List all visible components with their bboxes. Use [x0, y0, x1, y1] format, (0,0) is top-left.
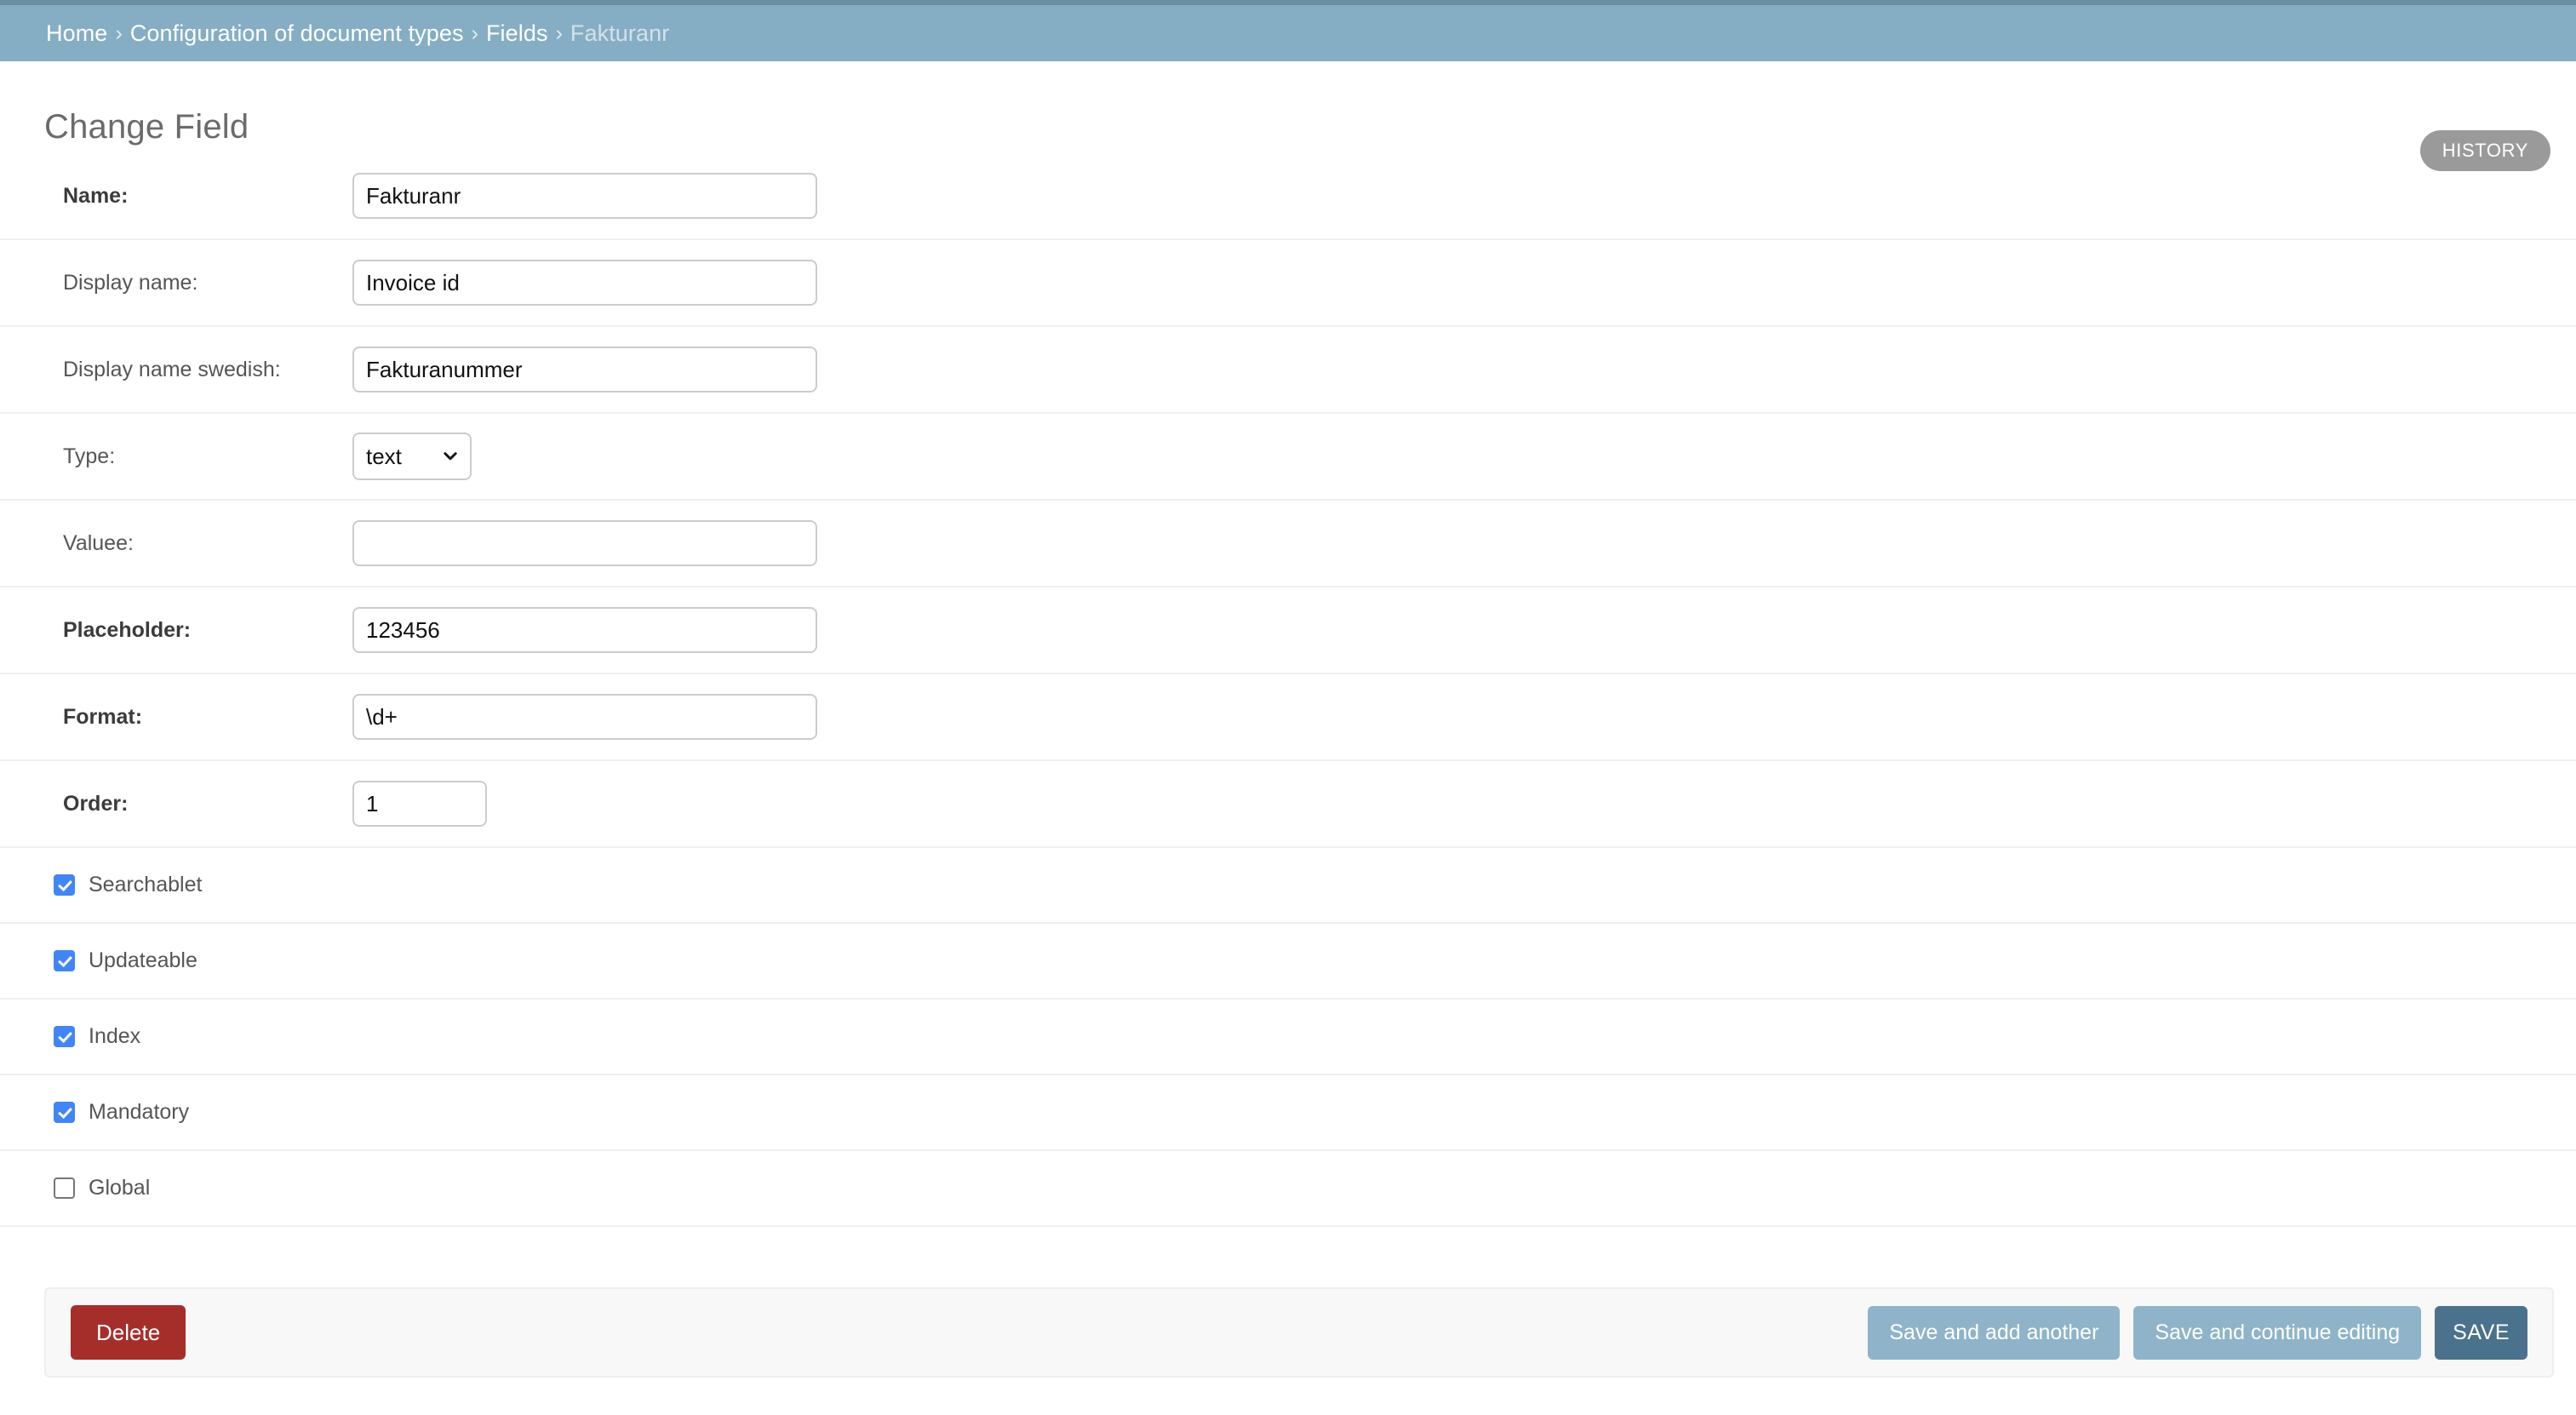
- form-row-format: Format:: [0, 674, 2576, 761]
- form-row-placeholder: Placeholder:: [0, 587, 2576, 674]
- save-and-continue-editing-button[interactable]: Save and continue editing: [2133, 1306, 2421, 1360]
- breadcrumb: Home › Configuration of document types ›…: [0, 5, 2576, 61]
- format-input[interactable]: [352, 694, 817, 740]
- breadcrumb-item-home[interactable]: Home: [46, 20, 107, 47]
- label-display-name-swedish: Display name swedish:: [63, 358, 281, 382]
- delete-button[interactable]: Delete: [71, 1305, 186, 1360]
- field-holder-name: [352, 173, 817, 219]
- form-row-searchablet: Searchablet: [0, 848, 2576, 924]
- placeholder-input[interactable]: [352, 607, 817, 653]
- field-holder-type: text: [352, 433, 472, 480]
- field-holder-format: [352, 694, 817, 740]
- breadcrumb-separator: ›: [556, 21, 563, 46]
- save-button[interactable]: SAVE: [2435, 1306, 2527, 1360]
- form-row-order: Order:: [0, 761, 2576, 848]
- form-row-global: Global: [0, 1151, 2576, 1227]
- name-input[interactable]: [352, 173, 817, 219]
- form-row-display-name-swedish: Display name swedish:: [0, 327, 2576, 414]
- label-type: Type:: [63, 444, 115, 469]
- breadcrumb-item-configuration-of-document-types[interactable]: Configuration of document types: [130, 20, 464, 47]
- breadcrumb-separator: ›: [472, 21, 478, 46]
- form-row-name: Name:: [0, 153, 2576, 240]
- label-mandatory[interactable]: Mandatory: [89, 1100, 189, 1125]
- checkbox-wrap-mandatory: Mandatory: [54, 1100, 189, 1125]
- field-holder-display-name: [352, 260, 817, 306]
- display-name-input[interactable]: [352, 260, 817, 306]
- page-header: Change Field HISTORY: [0, 61, 2576, 153]
- label-valuee: Valuee:: [63, 531, 134, 556]
- checkbox-wrap-updateable: Updateable: [54, 948, 197, 973]
- breadcrumb-separator: ›: [115, 21, 122, 46]
- page-title: Change Field: [44, 108, 249, 146]
- save-and-add-another-button[interactable]: Save and add another: [1868, 1306, 2120, 1360]
- type-select[interactable]: text: [352, 433, 472, 480]
- label-order: Order:: [63, 792, 128, 816]
- label-display-name: Display name:: [63, 271, 197, 295]
- order-input[interactable]: [352, 781, 487, 827]
- field-holder-display-name-swedish: [352, 347, 817, 392]
- checkbox-wrap-searchablet: Searchablet: [54, 873, 202, 897]
- display-name-swedish-input[interactable]: [352, 347, 817, 392]
- form-row-index: Index: [0, 1000, 2576, 1075]
- form-row-display-name: Display name:: [0, 240, 2576, 327]
- form-row-mandatory: Mandatory: [0, 1075, 2576, 1151]
- change-field-page: Home › Configuration of document types ›…: [0, 0, 2576, 1415]
- label-searchablet[interactable]: Searchablet: [89, 873, 202, 897]
- label-updateable[interactable]: Updateable: [89, 948, 197, 973]
- searchablet-checkbox[interactable]: [54, 874, 75, 896]
- valuee-input[interactable]: [352, 520, 817, 566]
- label-format: Format:: [63, 705, 142, 730]
- label-name: Name:: [63, 184, 128, 209]
- chevron-down-icon: [443, 449, 458, 464]
- change-field-form: Name: Display name: Display name swedish…: [0, 153, 2576, 1227]
- field-holder-valuee: [352, 520, 817, 566]
- form-row-updateable: Updateable: [0, 924, 2576, 1000]
- field-holder-placeholder: [352, 607, 817, 653]
- breadcrumb-item-current: Fakturanr: [570, 20, 669, 47]
- index-checkbox[interactable]: [54, 1026, 75, 1047]
- checkbox-wrap-index: Index: [54, 1024, 140, 1049]
- label-global[interactable]: Global: [89, 1176, 150, 1200]
- form-row-type: Type: text: [0, 414, 2576, 501]
- label-index[interactable]: Index: [89, 1024, 140, 1049]
- breadcrumb-item-fields[interactable]: Fields: [486, 20, 548, 47]
- updateable-checkbox[interactable]: [54, 950, 75, 971]
- form-actions-bar: Delete Save and add another Save and con…: [44, 1287, 2554, 1378]
- form-row-valuee: Valuee:: [0, 501, 2576, 587]
- type-select-value: text: [366, 444, 402, 470]
- field-holder-order: [352, 781, 487, 827]
- label-placeholder: Placeholder:: [63, 618, 191, 643]
- global-checkbox[interactable]: [54, 1177, 75, 1199]
- checkbox-wrap-global: Global: [54, 1176, 150, 1200]
- mandatory-checkbox[interactable]: [54, 1102, 75, 1123]
